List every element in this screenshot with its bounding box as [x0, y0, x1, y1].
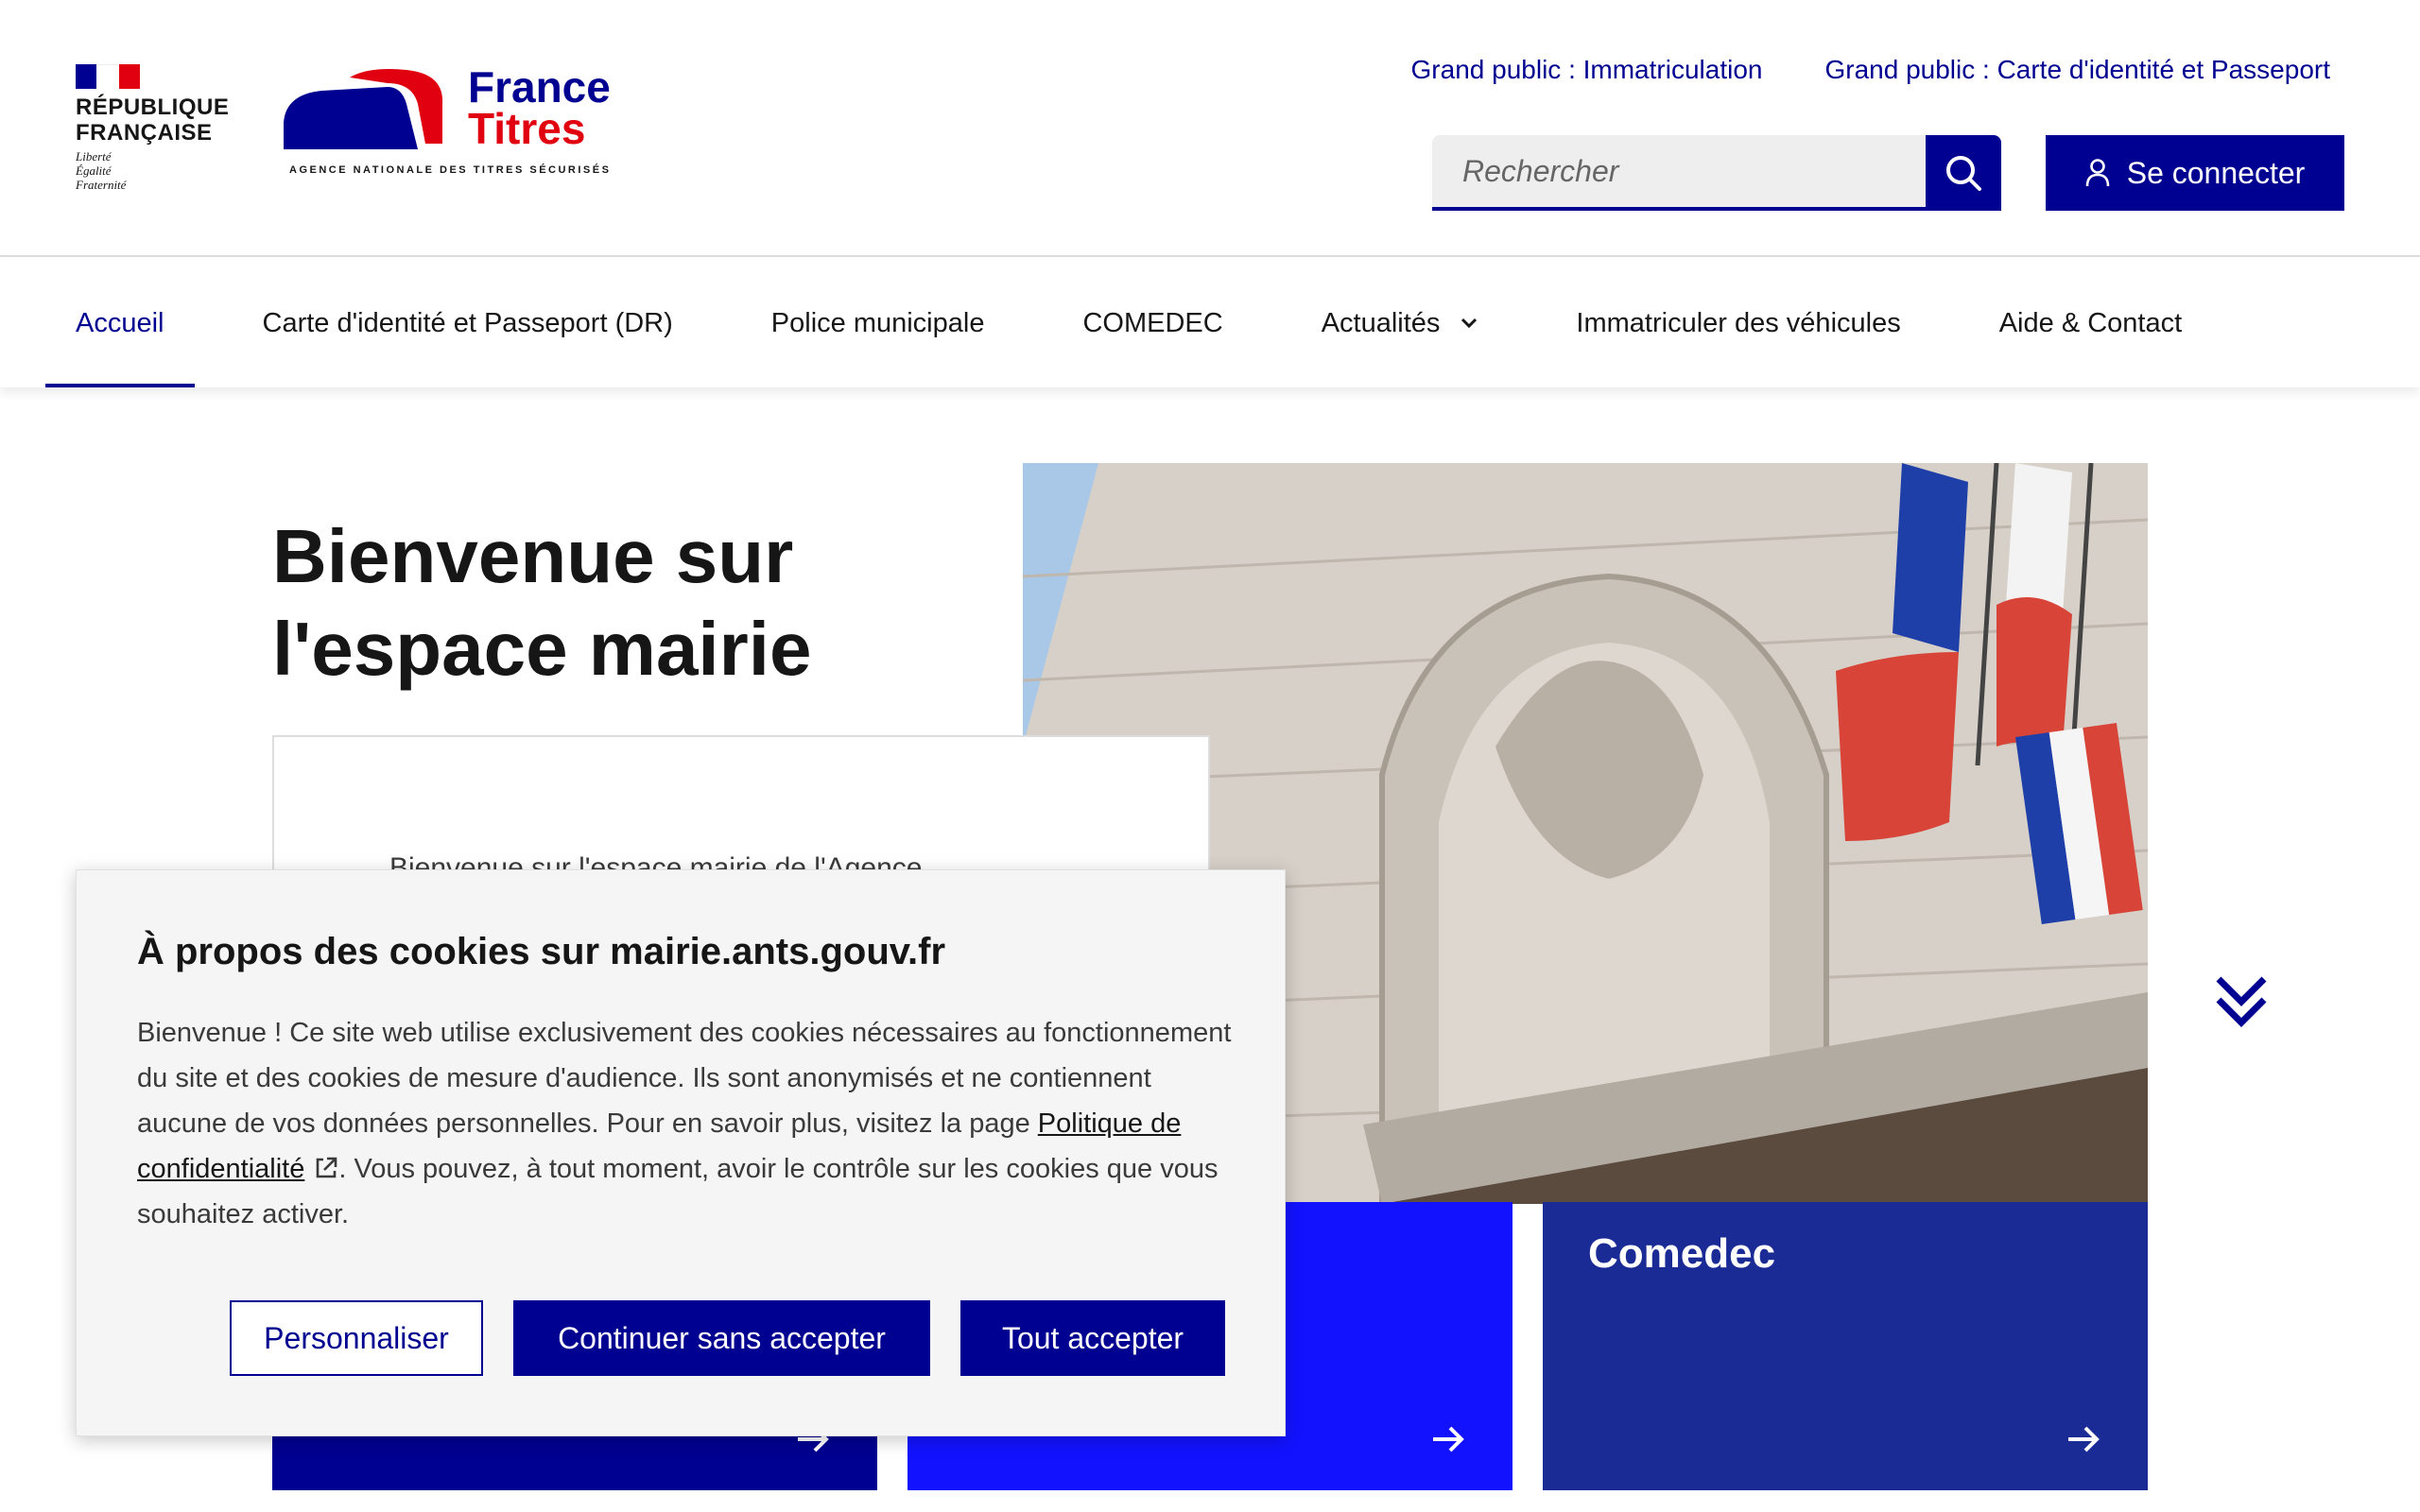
tile-card-comedec[interactable]: Comedec: [1543, 1202, 2148, 1490]
republique-motto: Liberté Égalité Fraternité: [76, 149, 127, 192]
nav-item-label: Accueil: [76, 307, 164, 338]
nav-item-actualites[interactable]: Actualités: [1291, 259, 1509, 387]
cookie-text: Bienvenue ! Ce site web utilise exclusiv…: [137, 1010, 1234, 1237]
accept-all-button[interactable]: Tout accepter: [960, 1300, 1225, 1376]
search-icon: [1946, 156, 1981, 191]
nav-item-label: Police municipale: [770, 307, 985, 338]
customize-button[interactable]: Personnaliser: [230, 1300, 483, 1376]
france-titres-line1: France: [468, 62, 611, 112]
france-titres-line2: Titres: [468, 104, 586, 153]
chevron-down-icon: [1461, 318, 1478, 329]
top-links: Grand public : Immatriculation Grand pub…: [1411, 55, 2330, 85]
search-button[interactable]: [1926, 135, 2001, 211]
cookie-consent-dialog: À propos des cookies sur mairie.ants.gou…: [76, 869, 1286, 1436]
arrow-right-icon: [2068, 1426, 2100, 1452]
external-link-icon: [317, 1157, 337, 1178]
france-titres-tagline: AGENCE NATIONALE DES TITRES SÉCURISÉS: [289, 164, 612, 176]
continue-without-accepting-button[interactable]: Continuer sans accepter: [513, 1300, 930, 1376]
nav-item-police-municipale[interactable]: Police municipale: [741, 259, 1015, 387]
page-title: Bienvenue sur l'espace mairie: [272, 514, 812, 691]
search-bar: [1432, 135, 2001, 211]
nav-item-label: Immatriculer des véhicules: [1576, 307, 1901, 338]
main-navigation: Accueil Carte d'identité et Passeport (D…: [0, 259, 2420, 387]
tile-title: Comedec: [1588, 1230, 1776, 1277]
france-titres-wordmark: France Titres: [468, 62, 611, 153]
cookie-title: À propos des cookies sur mairie.ants.gou…: [137, 931, 946, 972]
scroll-down-icon[interactable]: [2215, 973, 2268, 1030]
nav-item-comedec[interactable]: COMEDEC: [1052, 259, 1253, 387]
login-label: Se connecter: [2126, 155, 2306, 190]
nav-item-immatriculer[interactable]: Immatriculer des véhicules: [1546, 259, 1930, 387]
nav-item-label: Aide & Contact: [1998, 307, 2183, 338]
nav-item-carte-identite[interactable]: Carte d'identité et Passeport (DR): [233, 259, 703, 387]
france-titres-shape-icon: [284, 69, 443, 149]
nav-item-aide-contact[interactable]: Aide & Contact: [1969, 259, 2212, 387]
nav-item-label: COMEDEC: [1082, 307, 1223, 338]
login-button[interactable]: Se connecter: [2046, 135, 2344, 211]
link-grand-public-carte-identite[interactable]: Grand public : Carte d'identité et Passe…: [1824, 55, 2330, 85]
republique-name: RÉPUBLIQUE FRANÇAISE: [76, 94, 230, 146]
arrow-right-icon: [1433, 1426, 1464, 1452]
user-icon: [2085, 159, 2110, 187]
marianne-flag-icon: [76, 64, 140, 89]
site-header: RÉPUBLIQUE FRANÇAISE Liberté Égalité Fra…: [0, 0, 2420, 257]
republique-francaise-logo[interactable]: RÉPUBLIQUE FRANÇAISE Liberté Égalité Fra…: [76, 64, 236, 197]
link-grand-public-immatriculation[interactable]: Grand public : Immatriculation: [1411, 55, 1763, 85]
nav-item-label: Actualités: [1321, 307, 1441, 338]
france-titres-logo[interactable]: France Titres AGENCE NATIONALE DES TITRE…: [284, 62, 624, 180]
cookie-actions: Personnaliser Continuer sans accepter To…: [230, 1300, 1225, 1376]
search-input[interactable]: [1432, 135, 1926, 211]
nav-item-label: Carte d'identité et Passeport (DR): [262, 307, 673, 338]
nav-item-accueil[interactable]: Accueil: [45, 259, 195, 387]
